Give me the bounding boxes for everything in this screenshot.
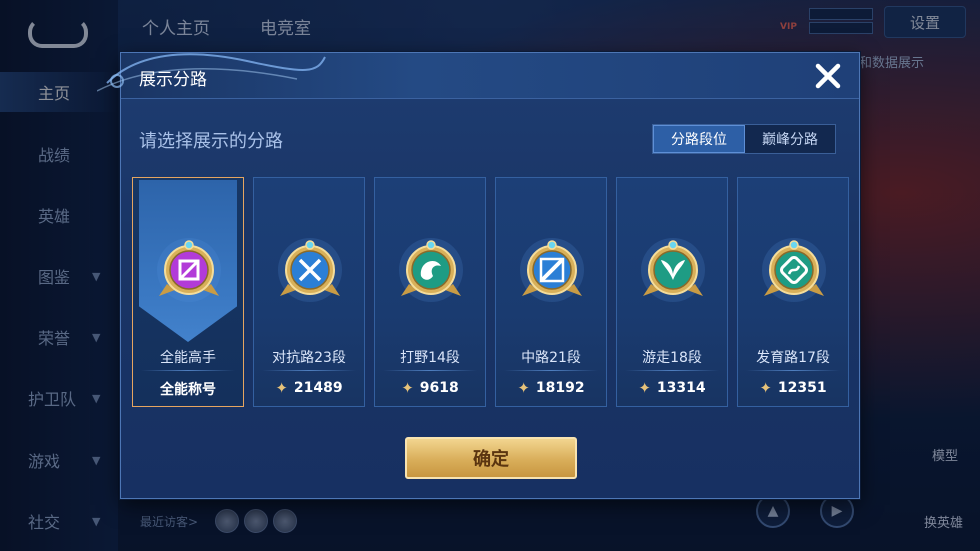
close-icon xyxy=(815,63,841,89)
lane-rank-label: 对抗路23段 xyxy=(272,350,346,366)
dialog-subtitle: 请选择展示的分路 xyxy=(139,131,283,152)
close-button[interactable] xyxy=(807,56,849,96)
lane-display-dialog: 展示分路 请选择展示的分路 分路段位 巅峰分路 全能高手 全能称号 对抗路23段 ✦ 2… xyxy=(97,52,860,499)
roam-wings-emblem-icon xyxy=(641,238,705,302)
card-divider xyxy=(625,370,719,371)
lane-mode-switch: 分路段位 巅峰分路 xyxy=(652,124,836,154)
lane-score-value: 12351 xyxy=(777,380,827,396)
lane-rank-label: 游走18段 xyxy=(642,350,702,366)
dialog-title: 展示分路 xyxy=(139,70,207,90)
dialog-header: 展示分路 xyxy=(97,53,859,99)
all-round-emblem-icon xyxy=(157,238,221,302)
lane-card[interactable]: 打野14段 ✦ 9618 xyxy=(374,177,486,407)
jungle-dragon-emblem-icon xyxy=(399,238,463,302)
lane-score-value: 21489 xyxy=(293,380,343,396)
card-divider xyxy=(504,370,598,371)
lane-card[interactable]: 对抗路23段 ✦ 21489 xyxy=(253,177,365,407)
score-star-icon: ✦ xyxy=(638,379,651,397)
tab-peak-lane[interactable]: 巅峰分路 xyxy=(745,125,835,153)
lane-score: ✦ 9618 xyxy=(375,379,485,397)
clash-lane-emblem-icon xyxy=(278,238,342,302)
lane-score: ✦ 13314 xyxy=(617,379,727,397)
card-divider xyxy=(262,370,356,371)
score-star-icon: ✦ xyxy=(275,379,288,397)
score-star-icon: ✦ xyxy=(759,379,772,397)
tab-lane-rank[interactable]: 分路段位 xyxy=(653,125,745,153)
lane-card[interactable]: 全能高手 全能称号 xyxy=(132,177,244,407)
lane-card[interactable]: 发育路17段 ✦ 12351 xyxy=(737,177,849,407)
score-star-icon: ✦ xyxy=(517,379,530,397)
farm-lane-emblem-icon xyxy=(762,238,826,302)
score-star-icon: ✦ xyxy=(401,379,414,397)
lane-card[interactable]: 中路21段 ✦ 18192 xyxy=(495,177,607,407)
lane-score: ✦ 18192 xyxy=(496,379,606,397)
lane-score-value: 13314 xyxy=(656,380,706,396)
lane-score: ✦ 21489 xyxy=(254,379,364,397)
all-round-title-label: 全能称号 xyxy=(160,382,216,398)
lane-rank-label: 打野14段 xyxy=(400,350,460,366)
lane-card[interactable]: 游走18段 ✦ 13314 xyxy=(616,177,728,407)
decorative-swirl-icon xyxy=(97,53,326,92)
card-divider xyxy=(746,370,840,371)
lane-score-value: 9618 xyxy=(419,380,459,396)
lane-score: ✦ 12351 xyxy=(738,379,848,397)
lane-rank-label: 发育路17段 xyxy=(756,350,830,366)
mid-lane-emblem-icon xyxy=(520,238,584,302)
lane-score-value: 18192 xyxy=(535,380,585,396)
lane-rank-label: 全能高手 xyxy=(160,350,216,366)
confirm-button[interactable]: 确定 xyxy=(405,437,577,479)
card-divider xyxy=(141,370,235,371)
lane-rank-label: 中路21段 xyxy=(521,350,581,366)
card-divider xyxy=(383,370,477,371)
